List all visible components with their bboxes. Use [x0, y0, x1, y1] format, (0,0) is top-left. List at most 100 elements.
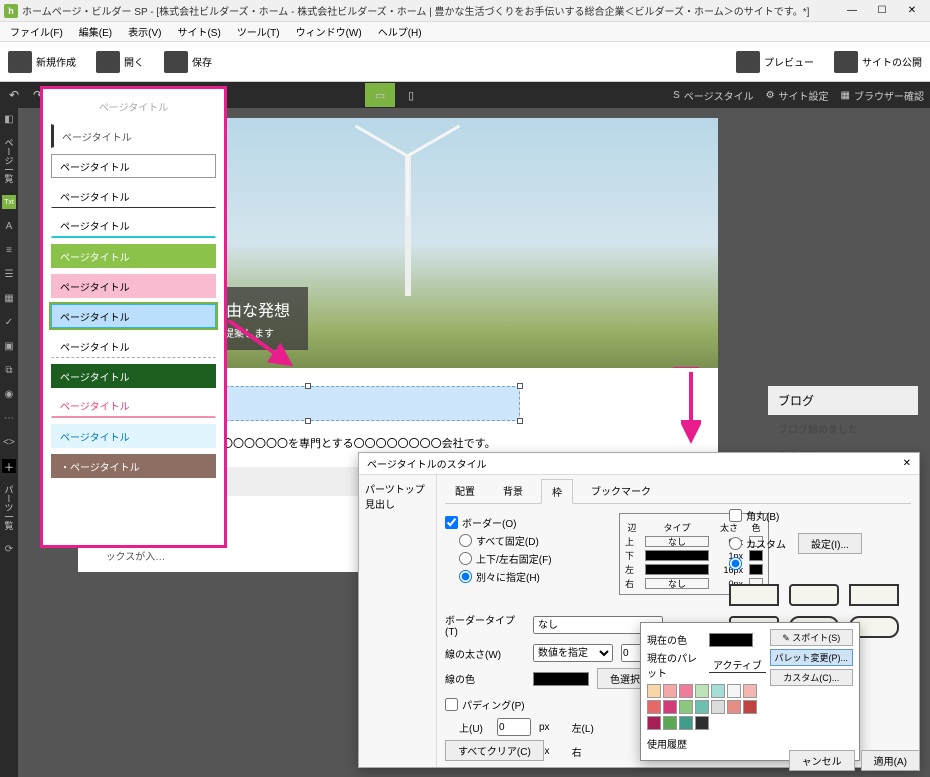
color-picker-popup: 現在の色 現在のパレットアクティブ 使用履歴 ✎ スポイト(S) パレット変更(… [640, 622, 860, 761]
new-button[interactable]: 新規作成 [8, 51, 76, 73]
custom-color-button[interactable]: カスタム(C)... [770, 669, 854, 686]
rounded-preset-radio[interactable] [729, 557, 909, 570]
gutter-plus-icon[interactable]: ＋ [2, 459, 16, 473]
save-icon [164, 51, 188, 73]
device-desktop-tab[interactable]: ▭ [365, 83, 395, 107]
dialog-left-tree[interactable]: パーツトップ 見出し [359, 475, 437, 767]
shape-preset[interactable] [849, 584, 899, 606]
publish-button[interactable]: サイトの公開 [834, 51, 922, 73]
menu-help[interactable]: ヘルプ(H) [372, 22, 428, 41]
palette-change-button[interactable]: パレット変更(P)... [770, 649, 854, 666]
palette-color[interactable] [679, 684, 693, 698]
color-palette [647, 684, 767, 730]
menu-view[interactable]: 表示(V) [122, 22, 167, 41]
gutter-code-icon[interactable]: <> [2, 435, 16, 449]
palette-color[interactable] [663, 700, 677, 714]
palette-color[interactable] [679, 700, 693, 714]
style-option-selected[interactable]: ページタイトル [51, 304, 216, 328]
gutter-text-icon[interactable]: Txt [2, 195, 16, 209]
close-button[interactable]: ✕ [898, 2, 926, 20]
dialog-titlebar: ページタイトルのスタイル ✕ [359, 453, 919, 475]
palette-color[interactable] [711, 700, 725, 714]
open-button[interactable]: 開く [96, 51, 144, 73]
style-option[interactable]: ページタイトル [51, 394, 216, 418]
undo-icon[interactable]: ↶ [6, 87, 22, 103]
style-option[interactable]: ページタイトル [51, 364, 216, 388]
clear-all-button[interactable]: すべてクリア(C) [445, 740, 544, 761]
tab-border[interactable]: 枠 [541, 479, 573, 504]
padding-top-input[interactable] [497, 718, 531, 736]
eyedropper-button[interactable]: ✎ スポイト(S) [770, 629, 854, 646]
menu-edit[interactable]: 編集(E) [73, 22, 118, 41]
palette-color[interactable] [695, 684, 709, 698]
palette-color[interactable] [679, 716, 693, 730]
save-button[interactable]: 保存 [164, 51, 212, 73]
gutter-a-icon[interactable]: A [2, 219, 16, 233]
window-title: ホームページ・ビルダー SP - [株式会社ビルダーズ・ホーム - 株式会社ビル… [22, 3, 838, 18]
palette-color[interactable] [647, 716, 661, 730]
palette-color[interactable] [695, 716, 709, 730]
style-option[interactable]: ページタイトル [51, 244, 216, 268]
cancel-button[interactable]: ャンセル [789, 750, 855, 771]
maximize-button[interactable]: ☐ [868, 2, 896, 20]
style-option[interactable]: ページタイトル [51, 214, 216, 238]
left-gutter: ◧ ページ一覧 Txt A ≡ ☰ ▦ ✓ ▣ ⧉ ◉ ⋯ <> ＋ パーツ一覧… [0, 108, 18, 777]
gutter-check-icon[interactable]: ✓ [2, 315, 16, 329]
minimize-button[interactable]: — [838, 2, 866, 20]
style-picker-head: ページタイトル [51, 95, 216, 118]
tab-layout[interactable]: 配置 [445, 479, 485, 503]
rounded-settings-button[interactable]: 設定(I)... [798, 533, 862, 554]
titlebar: h ホームページ・ビルダー SP - [株式会社ビルダーズ・ホーム - 株式会社… [0, 0, 930, 22]
tab-bookmark[interactable]: ブックマーク [581, 479, 661, 503]
apply-button[interactable]: 適用(A) [861, 750, 920, 771]
palette-color[interactable] [743, 684, 757, 698]
palette-color[interactable] [663, 716, 677, 730]
menu-tool[interactable]: ツール(T) [231, 22, 286, 41]
gutter-pages-icon[interactable]: ◧ [2, 112, 16, 126]
palette-color[interactable] [647, 684, 661, 698]
gutter-menu-icon[interactable]: ☰ [2, 267, 16, 281]
style-option[interactable]: ページタイトル [51, 124, 216, 148]
rounded-checkbox[interactable]: 角丸(B) [729, 508, 909, 523]
menu-file[interactable]: ファイル(F) [4, 22, 69, 41]
style-picker-panel: ページタイトル ページタイトル ページタイトル ページタイトル ページタイトル … [40, 86, 227, 548]
style-option[interactable]: ページタイトル [51, 184, 216, 208]
style-option[interactable]: ページタイトル [51, 154, 216, 178]
page-style-button[interactable]: Sページスタイル [673, 88, 753, 103]
menubar: ファイル(F) 編集(E) 表示(V) サイト(S) ツール(T) ウィンドウ(… [0, 22, 930, 42]
publish-icon [834, 51, 858, 73]
toolbar: 新規作成 開く 保存 プレビュー サイトの公開 [0, 42, 930, 82]
palette-color[interactable] [727, 700, 741, 714]
open-icon [96, 51, 120, 73]
device-mobile-tab[interactable]: ▯ [396, 83, 426, 107]
gutter-refresh-icon[interactable]: ⟳ [2, 542, 16, 556]
palette-color[interactable] [663, 684, 677, 698]
preview-button[interactable]: プレビュー [736, 51, 814, 73]
palette-tab-active[interactable]: アクティブ [709, 657, 766, 673]
style-option[interactable]: ページタイトル [51, 424, 216, 448]
palette-color[interactable] [647, 700, 661, 714]
gutter-social-icon[interactable]: ⧉ [2, 363, 16, 377]
gutter-image-icon[interactable]: ▣ [2, 339, 16, 353]
browser-check-button[interactable]: ▦ブラウザー確認 [841, 88, 924, 103]
palette-color[interactable] [727, 684, 741, 698]
gutter-grid-icon[interactable]: ▦ [2, 291, 16, 305]
menu-window[interactable]: ウィンドウ(W) [290, 22, 368, 41]
palette-color[interactable] [711, 684, 725, 698]
tab-background[interactable]: 背景 [493, 479, 533, 503]
gutter-map-icon[interactable]: ◉ [2, 387, 16, 401]
style-option[interactable]: ページタイトル [51, 334, 216, 358]
gutter-list-icon[interactable]: ≡ [2, 243, 16, 257]
menu-site[interactable]: サイト(S) [171, 22, 226, 41]
palette-color[interactable] [695, 700, 709, 714]
border-width-mode-select[interactable]: 数値を指定 [533, 644, 613, 662]
shape-preset[interactable] [789, 584, 839, 606]
site-settings-button[interactable]: ⚙サイト設定 [766, 88, 829, 103]
shape-preset[interactable] [729, 584, 779, 606]
palette-color[interactable] [743, 700, 757, 714]
style-option[interactable]: ページタイトル [51, 274, 216, 298]
rounded-custom-radio[interactable]: カスタム 設定(I)... [729, 533, 909, 554]
gutter-more-icon[interactable]: ⋯ [2, 411, 16, 425]
dialog-close-icon[interactable]: ✕ [903, 458, 911, 469]
style-option[interactable]: ・ページタイトル [51, 454, 216, 478]
